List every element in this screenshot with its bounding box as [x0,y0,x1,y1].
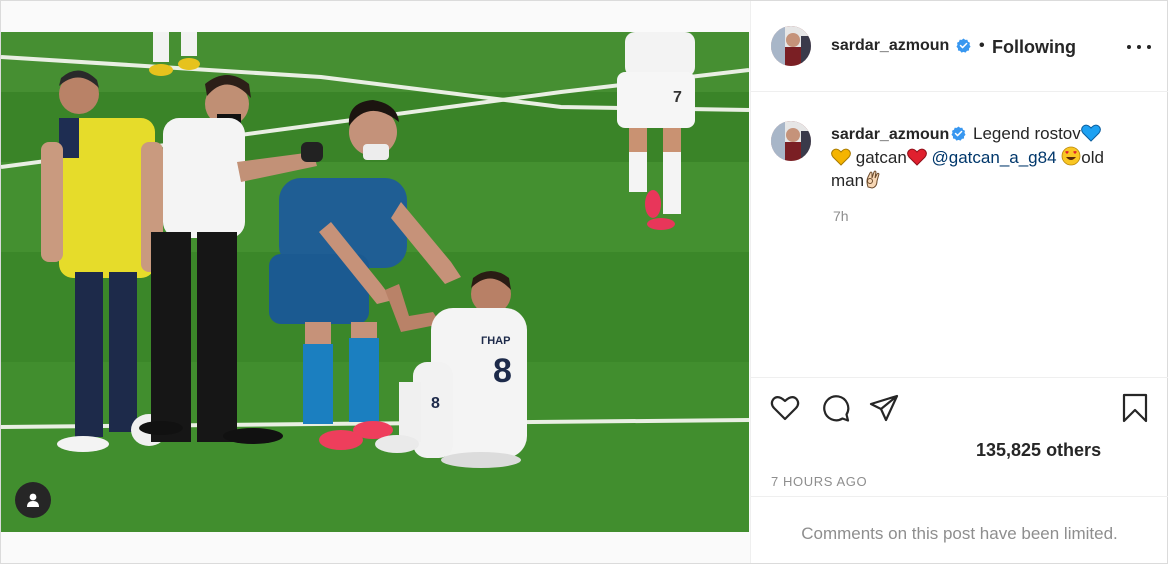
caption-text-4: man [831,171,865,190]
caption-area: sardar_azmoun Legend rostov gatcan @gatc… [751,93,1168,377]
caption-username[interactable]: sardar_azmoun [831,126,949,143]
svg-text:7: 7 [673,89,682,106]
post-header: sardar_azmoun • Following [751,1,1168,92]
photo-bottom-margin [1,532,749,563]
ok-hand-emoji-icon [866,170,880,189]
share-icon[interactable] [868,392,900,424]
yellow-heart-icon [831,148,851,166]
caption-mention-link[interactable]: @gatcan_a_g84 [932,148,1057,167]
post-timestamp: 7 HOURS AGO [771,474,868,489]
heart-eyes-emoji-icon [1061,146,1081,166]
comments-limited-notice: Comments on this post have been limited. [801,524,1118,543]
bookmark-icon[interactable] [1119,392,1151,424]
svg-text:8: 8 [493,352,512,390]
likes-count[interactable]: 135,825 others [976,440,1101,461]
avatar[interactable] [771,26,811,66]
svg-text:8: 8 [431,395,440,412]
heart-icon[interactable] [769,392,801,424]
caption-text-2: gatcan [855,148,907,167]
more-options-icon[interactable] [1127,37,1151,57]
red-heart-icon [906,148,927,166]
caption-avatar[interactable] [771,121,811,161]
post-photo[interactable]: 7 8 ГНАР 8 [1,32,749,532]
user-tag-icon[interactable] [15,482,51,518]
verified-badge-icon [956,38,971,53]
svg-text:ГНАР: ГНАР [481,335,510,347]
post-caption: sardar_azmoun Legend rostov gatcan @gatc… [831,122,1131,192]
post-username[interactable]: sardar_azmoun [831,37,949,55]
separator-dot: • [979,37,985,54]
verified-badge-icon [951,126,966,141]
caption-time[interactable]: 7h [833,208,849,224]
post-side-panel: sardar_azmoun • Following sardar_azmoun … [750,1,1168,563]
caption-text-1: Legend rostov [973,124,1081,143]
comment-icon[interactable] [819,392,851,424]
caption-text-3: old [1081,148,1104,167]
post-actions: 135,825 others 7 HOURS AGO Comments on t… [751,377,1168,563]
photo-top-margin [1,1,749,32]
following-button[interactable]: Following [992,37,1076,58]
blue-heart-icon [1080,124,1101,142]
comments-section: Comments on this post have been limited. [751,496,1168,564]
